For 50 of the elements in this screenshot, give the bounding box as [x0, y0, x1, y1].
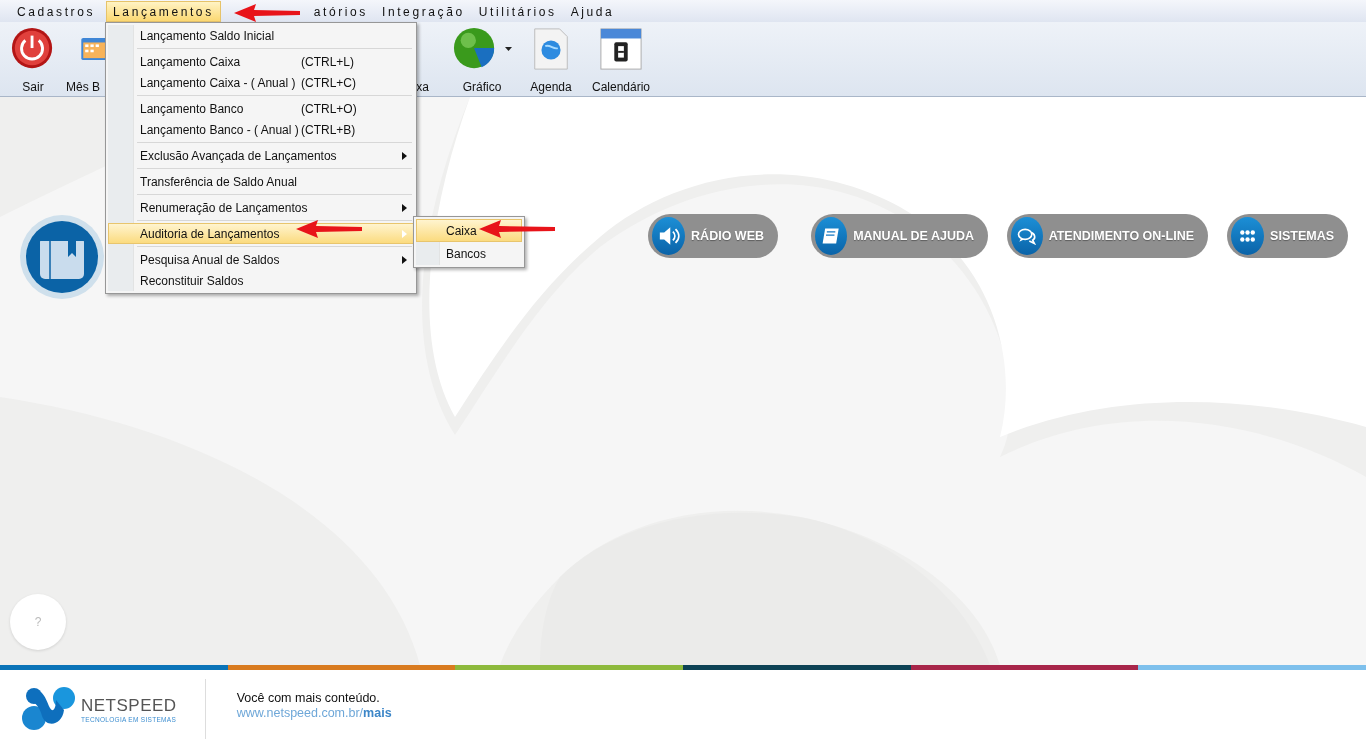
- menu-item[interactable]: Bancos: [416, 242, 522, 265]
- menu-item-label: Pesquisa Anual de Saldos: [140, 251, 280, 269]
- menu-item[interactable]: Lançamento Saldo Inicial: [108, 25, 414, 46]
- pointer-arrow: [232, 2, 302, 24]
- toolbar-button[interactable]: xa: [417, 22, 435, 97]
- menu-item-label: Reconstituir Saldos: [140, 272, 244, 290]
- shortcut-text: (CTRL+B): [301, 121, 356, 139]
- book-icon: [815, 217, 848, 255]
- menu-item-label: Lançamento Banco: [140, 100, 244, 118]
- menu-item-label: Exclusão Avançada de Lançamentos: [140, 147, 337, 165]
- menu-item-label: Lançamento Banco - ( Anual ): [140, 121, 299, 139]
- website-link[interactable]: www.netspeed.com.br/mais: [236, 705, 392, 721]
- menu-item[interactable]: Lançamento Banco - ( Anual ) (CTRL+B): [108, 119, 414, 140]
- calendar-icon: [599, 26, 643, 72]
- menu-item[interactable]: atórios: [306, 1, 375, 22]
- menu-item[interactable]: Lançamento Caixa - ( Anual ) (CTRL+C): [108, 72, 414, 93]
- shortcut-text: (CTRL+C): [301, 74, 356, 92]
- speaker-icon: [652, 217, 686, 255]
- toolbar-button[interactable]: Gráfico: [449, 22, 515, 97]
- menu-item[interactable]: Auditoria de Lançamentos: [108, 223, 414, 244]
- menu-item[interactable]: Ajuda: [563, 1, 622, 22]
- book-logo-icon: [20, 215, 104, 299]
- netspeed-logo-icon: [20, 685, 78, 732]
- menu-item[interactable]: Lançamento Caixa (CTRL+L): [108, 51, 414, 72]
- menu-item-label: Auditoria de Lançamentos: [140, 225, 280, 243]
- menu-item[interactable]: Utilitários: [471, 1, 564, 22]
- pointer-arrow: [294, 218, 364, 240]
- menu-item[interactable]: Exclusão Avançada de Lançamentos: [108, 145, 414, 166]
- menu-item-label: Lançamento Caixa: [140, 53, 241, 71]
- menu-item[interactable]: Lançamento Banco (CTRL+O): [108, 98, 414, 119]
- menu-item-label: Transferência de Saldo Anual: [140, 173, 297, 191]
- toolbar-button[interactable]: Sair: [8, 22, 58, 97]
- menu-item[interactable]: Transferência de Saldo Anual: [108, 171, 414, 192]
- menu-item[interactable]: Renumeração de Lançamentos: [108, 197, 414, 218]
- menu-item-label: Lançamento Saldo Inicial: [140, 27, 275, 45]
- menu-item[interactable]: Cadastros: [10, 1, 103, 22]
- menu-item[interactable]: Reconstituir Saldos: [108, 270, 414, 291]
- toolbar-button[interactable]: Calendário: [583, 22, 659, 97]
- shortcut-text: (CTRL+O): [301, 100, 357, 118]
- brand-name: NETSPEED: [81, 696, 177, 715]
- menu-item[interactable]: Lançamentos: [106, 1, 221, 22]
- menu-item[interactable]: Integração: [374, 1, 472, 22]
- shortcut-text: (CTRL+L): [301, 53, 354, 71]
- toolbar-button[interactable]: Agenda: [525, 22, 577, 97]
- menu-item[interactable]: Pesquisa Anual de Saldos: [108, 249, 414, 270]
- apps-grid-icon: [1231, 217, 1265, 255]
- chat-icon: [1011, 217, 1043, 255]
- menu-item-label: Renumeração de Lançamentos: [140, 199, 308, 217]
- footer-message: Você com mais conteúdo.: [236, 690, 381, 706]
- menu-item-label: Lançamento Caixa - ( Anual ): [140, 74, 296, 92]
